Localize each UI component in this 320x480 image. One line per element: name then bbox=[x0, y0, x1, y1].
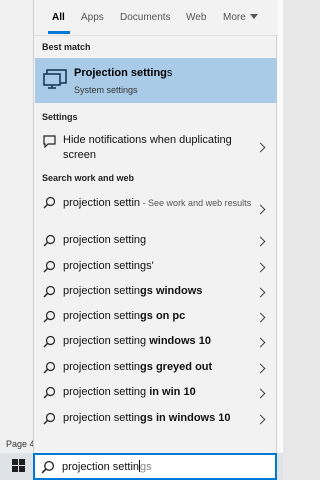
best-match-item[interactable]: Projection settings System settings bbox=[35, 58, 277, 103]
search-icon bbox=[43, 260, 56, 273]
chevron-right-icon bbox=[255, 287, 266, 298]
search-icon bbox=[43, 361, 56, 374]
suggestion-base: projection settings' bbox=[63, 260, 154, 272]
suggestion-item[interactable]: projection setting bbox=[35, 229, 277, 254]
windows-logo-icon bbox=[19, 466, 25, 472]
search-icon bbox=[43, 234, 56, 247]
best-match-heading: Best match bbox=[42, 42, 91, 52]
suggestion-item[interactable]: projection settings windows bbox=[35, 280, 277, 305]
windows-logo-icon bbox=[19, 459, 25, 465]
search-query-autocomplete: gs bbox=[140, 461, 152, 473]
chevron-right-icon bbox=[255, 236, 266, 247]
setting-label: Hide notifications when duplicating scre… bbox=[63, 134, 232, 161]
chevron-right-icon bbox=[255, 142, 266, 153]
web-result-query: projection settin bbox=[63, 197, 141, 209]
tab-more-label: More bbox=[223, 12, 246, 23]
suggestion-text: projection settings greyed out bbox=[63, 361, 212, 373]
chevron-right-icon bbox=[255, 312, 266, 323]
search-tabs: All Apps Documents Web More bbox=[34, 0, 278, 36]
taskbar-search-input[interactable]: projection settings bbox=[33, 453, 277, 480]
search-query-typed: projection settin bbox=[62, 461, 140, 473]
suggestion-completion: gs in windows 10 bbox=[140, 412, 231, 424]
suggestion-item[interactable]: projection setting windows 10 bbox=[35, 330, 277, 355]
chevron-right-icon bbox=[255, 204, 266, 215]
search-icon bbox=[43, 335, 56, 348]
tab-web[interactable]: Web bbox=[186, 12, 206, 23]
document-background-right bbox=[277, 0, 283, 480]
best-match-title-tail: s bbox=[166, 67, 173, 79]
search-query-text: projection settings bbox=[62, 460, 152, 473]
suggestion-item[interactable]: projection settings' bbox=[35, 255, 277, 280]
windows-logo-icon bbox=[12, 459, 18, 465]
active-tab-indicator bbox=[48, 31, 70, 34]
suggestion-completion: gs greyed out bbox=[140, 361, 213, 373]
search-icon bbox=[41, 460, 55, 474]
chevron-right-icon bbox=[255, 388, 266, 399]
search-icon bbox=[43, 285, 56, 298]
web-heading: Search work and web bbox=[42, 173, 135, 183]
setting-hide-notifications[interactable]: Hide notifications when duplicating scre… bbox=[35, 130, 277, 165]
suggestion-text: projection setting windows 10 bbox=[63, 335, 211, 347]
suggestion-base: projection setting bbox=[63, 386, 147, 398]
chevron-down-icon bbox=[249, 14, 258, 19]
start-button[interactable] bbox=[12, 459, 25, 472]
suggestion-item[interactable]: projection settings in windows 10 bbox=[35, 407, 277, 432]
suggestion-text: projection settings' bbox=[63, 260, 154, 272]
suggestion-base: projection setting bbox=[63, 234, 147, 246]
suggestion-base: projection settin bbox=[63, 361, 141, 373]
best-match-title-bold: Projection setting bbox=[74, 67, 167, 79]
document-background bbox=[0, 0, 33, 480]
best-match-subtitle: System settings bbox=[74, 85, 138, 95]
suggestion-text: projection settings on pc bbox=[63, 310, 185, 322]
suggestion-text: projection setting in win 10 bbox=[63, 386, 196, 398]
tab-documents[interactable]: Documents bbox=[120, 12, 171, 23]
notification-icon bbox=[43, 135, 56, 148]
tab-all[interactable]: All bbox=[52, 12, 65, 23]
suggestion-completion: windows 10 bbox=[146, 335, 211, 347]
suggestion-completion: in win 10 bbox=[146, 386, 196, 398]
suggestion-base: projection settin bbox=[63, 285, 141, 297]
settings-heading: Settings bbox=[42, 112, 78, 122]
search-icon bbox=[43, 386, 56, 399]
suggestion-base: projection settin bbox=[63, 412, 141, 424]
suggestion-base: projection settin bbox=[63, 310, 141, 322]
web-result-text: projection settin - See work and web res… bbox=[63, 196, 258, 211]
chevron-right-icon bbox=[255, 414, 266, 425]
tab-apps[interactable]: Apps bbox=[81, 12, 104, 23]
suggestion-text: projection settings windows bbox=[63, 285, 202, 297]
web-result-hint: - See work and web results bbox=[140, 198, 252, 208]
suggestion-completion: gs windows bbox=[140, 285, 203, 297]
suggestion-item[interactable]: projection settings greyed out bbox=[35, 356, 277, 381]
chevron-right-icon bbox=[255, 337, 266, 348]
search-icon bbox=[43, 412, 56, 425]
suggestion-completion: gs on pc bbox=[140, 310, 186, 322]
search-icon bbox=[43, 310, 56, 323]
suggestion-text: projection setting bbox=[63, 234, 146, 246]
chevron-right-icon bbox=[255, 262, 266, 273]
web-result-see-results[interactable]: projection settin - See work and web res… bbox=[35, 191, 277, 227]
tab-more[interactable]: More bbox=[223, 12, 258, 23]
suggestion-item[interactable]: projection setting in win 10 bbox=[35, 381, 277, 406]
windows-logo-icon bbox=[12, 466, 18, 472]
chevron-right-icon bbox=[255, 363, 266, 374]
suggestion-base: projection setting bbox=[63, 335, 147, 347]
search-icon bbox=[43, 196, 56, 209]
best-match-title: Projection settings bbox=[74, 67, 172, 79]
document-page-status: Page 4 of bbox=[6, 439, 33, 449]
search-results-panel: All Apps Documents Web More Best match P… bbox=[33, 0, 278, 453]
projection-display-icon bbox=[43, 69, 67, 89]
suggestion-item[interactable]: projection settings on pc bbox=[35, 305, 277, 330]
suggestion-text: projection settings in windows 10 bbox=[63, 412, 231, 424]
